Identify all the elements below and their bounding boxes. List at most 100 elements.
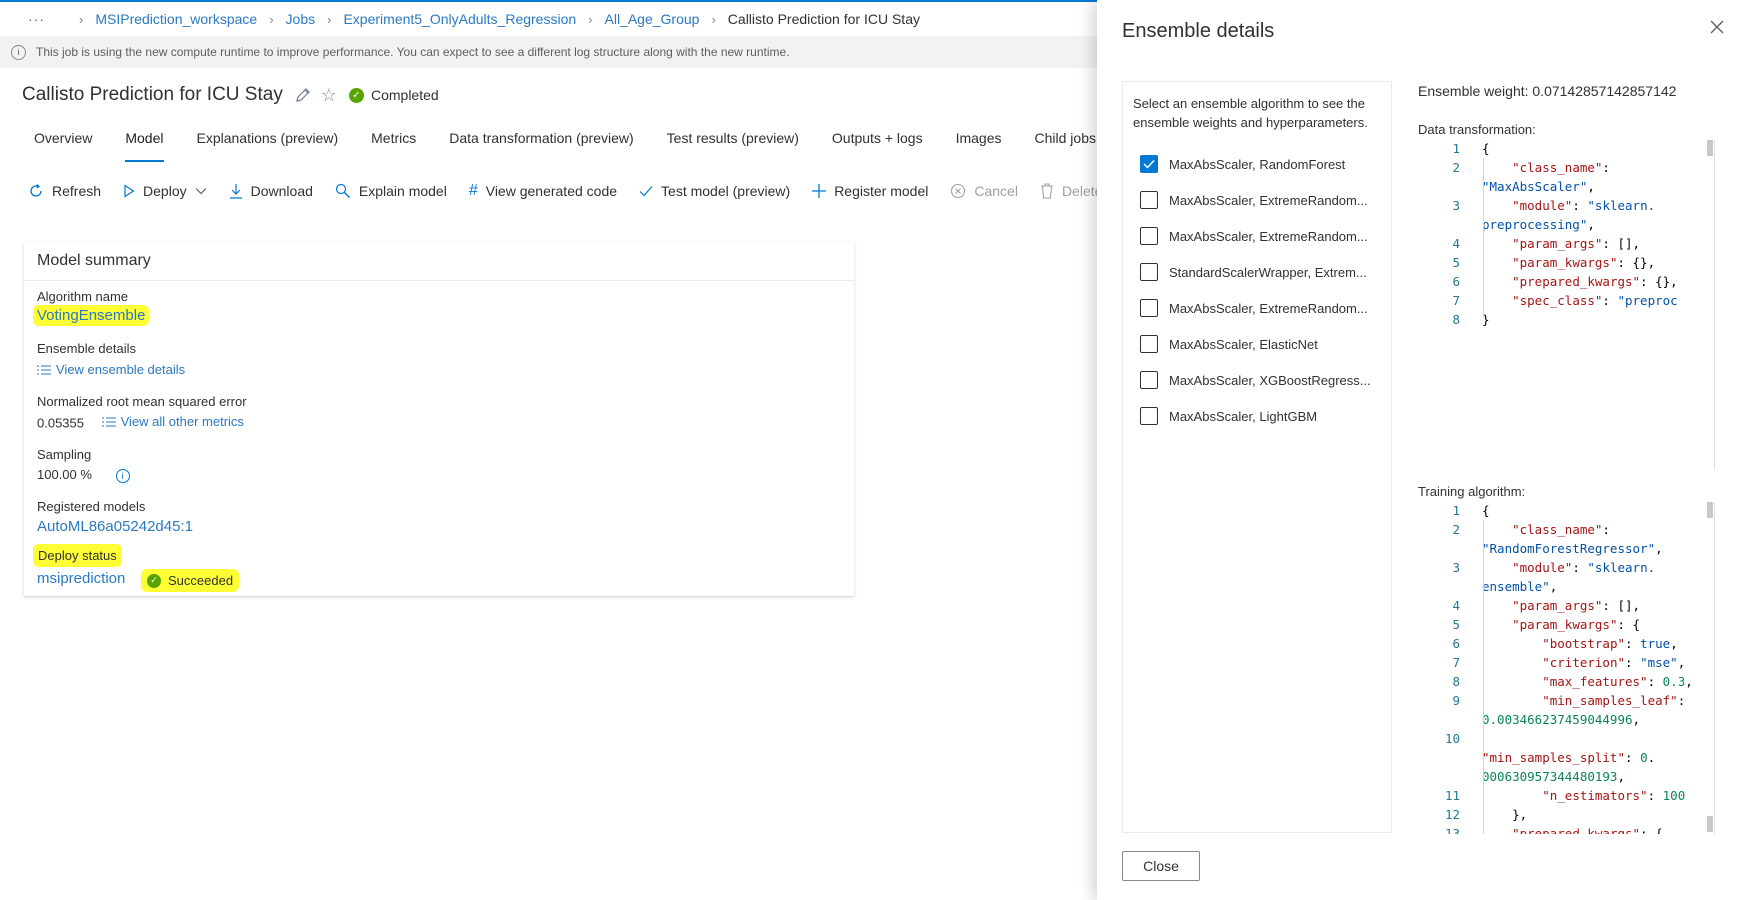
data-transformation-editor[interactable]: 1{2 "class_name": "MaxAbsScaler", 3 "modul… [1418, 139, 1708, 469]
algorithm-option[interactable]: MaxAbsScaler, LightGBM [1140, 398, 1317, 434]
registered-model-link[interactable]: AutoML86a05242d45:1 [37, 518, 193, 535]
explain-model-button[interactable]: Explain model [335, 183, 447, 199]
ensemble-details-label: Ensemble details [37, 341, 136, 356]
code-line: "min_samples_split": 0. [1418, 748, 1708, 767]
code-line: 4 "param_args": [], [1418, 596, 1708, 615]
list-icon [37, 364, 51, 375]
delete-button[interactable]: Delete [1040, 183, 1102, 199]
line-number: 1 [1452, 503, 1460, 518]
chevron-right-icon: › [588, 11, 593, 27]
code-text: { [1482, 503, 1490, 518]
close-button[interactable]: Close [1122, 851, 1200, 881]
checkbox[interactable] [1140, 335, 1158, 353]
line-number: 4 [1452, 598, 1460, 613]
breadcrumb-parent-job[interactable]: All_Age_Group [605, 11, 700, 27]
nrmse-label: Normalized root mean squared error [37, 394, 247, 409]
line-number: 2 [1452, 522, 1460, 537]
info-icon[interactable]: i [115, 468, 130, 483]
endpoint-link[interactable]: msiprediction [37, 570, 125, 587]
algorithm-name-text: VotingEnsemble [33, 305, 150, 326]
view-all-metrics-link[interactable]: View all other metrics [101, 414, 244, 429]
tab-images[interactable]: Images [956, 130, 1002, 162]
breadcrumb-more-button[interactable]: ··· [28, 11, 45, 27]
register-model-button[interactable]: Register model [812, 183, 928, 199]
tab-outputs-logs[interactable]: Outputs + logs [832, 130, 923, 162]
download-button[interactable]: Download [229, 183, 313, 199]
code-line: 9 "min_samples_leaf": [1418, 691, 1708, 710]
code-line: 8} [1418, 310, 1708, 329]
ensemble-details-panel: Ensemble details Select an ensemble algo… [1097, 0, 1742, 900]
algorithm-label: MaxAbsScaler, LightGBM [1169, 408, 1318, 424]
job-header: Callisto Prediction for ICU Stay ☆ ✓ Com… [22, 84, 439, 106]
view-ensemble-details-text: View ensemble details [56, 362, 186, 377]
deploy-button[interactable]: Deploy [123, 183, 207, 199]
code-text: "criterion": "mse", [1542, 655, 1686, 670]
view-generated-code-label: View generated code [485, 183, 618, 199]
code-line: 8 "max_features": 0.3, [1418, 672, 1708, 691]
close-icon[interactable] [1710, 20, 1724, 34]
editor-scrollbar[interactable] [1707, 140, 1713, 156]
cancel-label: Cancel [974, 183, 1018, 199]
panel-title: Ensemble details [1122, 20, 1275, 42]
tab-overview[interactable]: Overview [34, 130, 92, 162]
checkbox[interactable] [1140, 227, 1158, 245]
line-number: 7 [1452, 293, 1460, 308]
checkbox-checked[interactable] [1140, 155, 1158, 173]
line-number: 1 [1452, 141, 1460, 156]
view-ensemble-details-link[interactable]: View ensemble details [37, 362, 185, 379]
checkbox[interactable] [1140, 371, 1158, 389]
algorithm-option[interactable]: StandardScalerWrapper, Extrem... [1140, 254, 1367, 290]
download-icon [229, 183, 243, 199]
tab-data-transformation[interactable]: Data transformation (preview) [449, 130, 633, 162]
checkbox[interactable] [1140, 263, 1158, 281]
refresh-button[interactable]: Refresh [28, 183, 101, 199]
algorithm-option[interactable]: MaxAbsScaler, ExtremeRandom... [1140, 290, 1368, 326]
code-line: 0.003466237459044996, [1418, 710, 1708, 729]
line-number: 3 [1452, 560, 1460, 575]
checkbox[interactable] [1140, 191, 1158, 209]
test-model-button[interactable]: Test model (preview) [639, 183, 790, 199]
algorithm-option[interactable]: MaxAbsScaler, ExtremeRandom... [1140, 218, 1368, 254]
code-text: ensemble", [1482, 579, 1558, 594]
algorithm-label: MaxAbsScaler, ExtremeRandom... [1169, 228, 1368, 244]
code-line: 13 "prepared_kwargs": { [1418, 824, 1708, 834]
job-status: Completed [370, 87, 439, 103]
training-algorithm-editor[interactable]: 1{2 "class_name": "RandomForestRegressor"… [1418, 501, 1708, 834]
explain-model-label: Explain model [358, 183, 447, 199]
breadcrumb-experiment[interactable]: Experiment5_OnlyAdults_Regression [343, 11, 576, 27]
tab-test-results[interactable]: Test results (preview) [667, 130, 799, 162]
cancel-icon [950, 183, 966, 199]
line-number: 5 [1452, 617, 1460, 632]
editor-scrollbar-thumb[interactable] [1707, 816, 1713, 832]
register-model-label: Register model [834, 183, 929, 199]
algorithm-option[interactable]: MaxAbsScaler, XGBoostRegress... [1140, 362, 1371, 398]
checkbox[interactable] [1140, 299, 1158, 317]
line-number: 3 [1452, 198, 1460, 213]
code-line: 11 "n_estimators": 100 [1418, 786, 1708, 805]
checkbox[interactable] [1140, 407, 1158, 425]
favorite-star-icon[interactable]: ☆ [321, 85, 337, 106]
code-line: ensemble", [1418, 577, 1708, 596]
line-number: 5 [1452, 255, 1460, 270]
edit-icon[interactable] [295, 87, 311, 103]
algorithm-option[interactable]: MaxAbsScaler, RandomForest [1140, 146, 1345, 182]
breadcrumb-workspace[interactable]: MSIPrediction_workspace [95, 11, 257, 27]
breadcrumb-jobs[interactable]: Jobs [286, 11, 316, 27]
code-line: 1{ [1418, 501, 1708, 520]
cancel-button[interactable]: Cancel [950, 183, 1018, 199]
refresh-label: Refresh [52, 183, 102, 199]
tab-metrics[interactable]: Metrics [371, 130, 416, 162]
code-line: 4 "param_args": [], [1418, 234, 1708, 253]
algorithm-option[interactable]: MaxAbsScaler, ExtremeRandom... [1140, 182, 1368, 218]
tab-child-jobs[interactable]: Child jobs [1035, 130, 1096, 162]
view-generated-code-button[interactable]: # View generated code [469, 182, 617, 200]
algorithm-option[interactable]: MaxAbsScaler, ElasticNet [1140, 326, 1318, 362]
editor-scrollbar[interactable] [1707, 502, 1713, 518]
tab-explanations[interactable]: Explanations (preview) [197, 130, 339, 162]
line-number: 7 [1452, 655, 1460, 670]
info-icon: i [11, 44, 26, 60]
completed-check-icon: ✓ [348, 87, 364, 103]
code-text: "bootstrap": true, [1542, 636, 1678, 651]
tab-model[interactable]: Model [125, 130, 164, 162]
algorithm-label: MaxAbsScaler, ElasticNet [1169, 336, 1318, 352]
